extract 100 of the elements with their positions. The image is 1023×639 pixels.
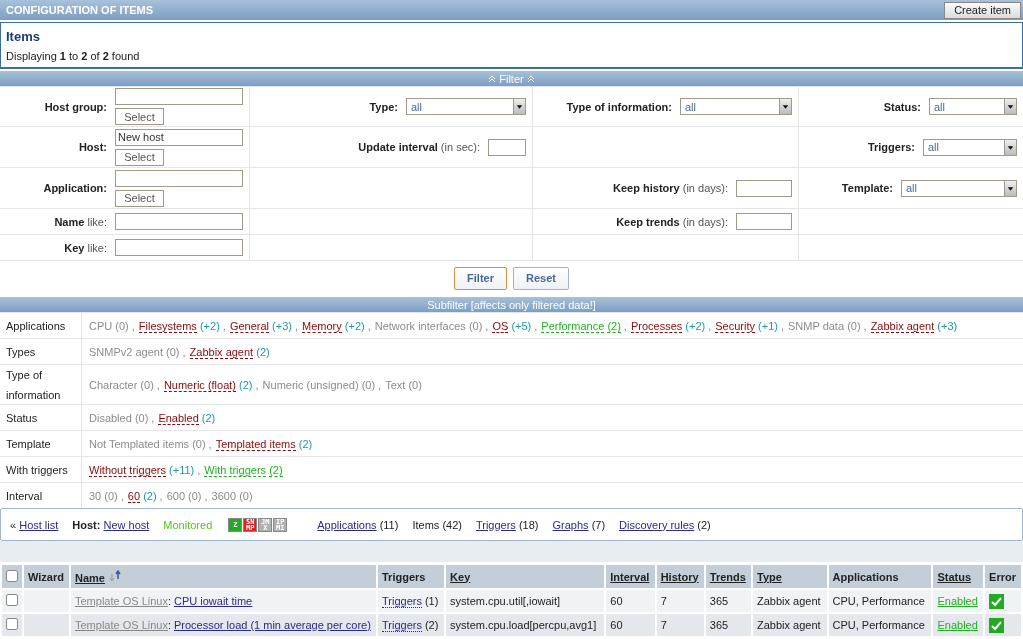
row-checkbox[interactable] <box>6 594 18 606</box>
separator: , <box>623 319 627 332</box>
nav-link[interactable]: Discovery rules <box>619 518 695 531</box>
separator: , <box>863 319 867 332</box>
subfilter-option[interactable]: Disabled (0) <box>89 411 149 424</box>
subfilter-label: Template <box>0 430 82 456</box>
item-name-link[interactable]: CPU iowait time <box>174 595 253 607</box>
section-title: Items <box>6 29 41 44</box>
dropdown[interactable]: all <box>406 98 526 115</box>
text-field[interactable] <box>115 88 243 105</box>
field-label: Keep trends (in days): <box>615 215 728 228</box>
caret-icon <box>1004 139 1016 155</box>
page-title: CONFIGURATION OF ITEMS <box>6 4 154 16</box>
subfilter-option[interactable]: SNMP data (0) <box>788 319 861 332</box>
nav-label: Items <box>412 518 440 531</box>
nav-count: (2) <box>697 518 711 531</box>
select-all-checkbox[interactable] <box>6 569 18 582</box>
text-field[interactable] <box>736 179 792 197</box>
dropdown[interactable]: all <box>929 98 1017 115</box>
select-button[interactable]: Select <box>115 148 164 166</box>
subfilter-bar: Subfilter [affects only filtered data!] <box>0 297 1023 312</box>
text-field[interactable] <box>736 213 792 230</box>
select-button[interactable]: Select <box>115 189 164 207</box>
column-header[interactable]: Key <box>450 570 471 583</box>
subfilter-option[interactable]: SNMPv2 agent (0) <box>89 345 180 358</box>
text-field[interactable] <box>115 169 243 187</box>
field-label: Application: <box>42 182 107 194</box>
back-arrow: « <box>10 518 17 531</box>
subfilter-option[interactable]: 60 (2) <box>127 489 157 502</box>
subfilter-option[interactable]: Not Templated items (0) <box>89 437 206 450</box>
nav-link[interactable]: Triggers <box>475 518 516 531</box>
subfilter-option[interactable]: Memory (+2) <box>302 319 365 332</box>
nav-link[interactable]: Applications <box>317 518 377 531</box>
dropdown[interactable]: all <box>923 138 1017 156</box>
column-header: Error <box>989 570 1016 583</box>
nav-count: (11) <box>379 518 399 531</box>
caret-icon <box>1004 99 1016 114</box>
host-status: Monitored <box>163 518 213 531</box>
subfilter-option[interactable]: Zabbix agent (2) <box>189 345 270 358</box>
subfilter-option[interactable]: Numeric (float) (2) <box>163 378 253 391</box>
trigger-count: (1) <box>424 595 439 607</box>
separator: , <box>204 489 208 502</box>
host-link[interactable]: New host <box>103 518 150 531</box>
subfilter-option[interactable]: Templated items (2) <box>215 437 313 450</box>
field-label: Template: <box>840 182 893 194</box>
subfilter-option[interactable]: Zabbix agent (+3) <box>870 319 958 332</box>
subfilter-option[interactable]: Security (+1) <box>715 319 778 332</box>
nav-count: (7) <box>591 518 606 531</box>
subfilter-option[interactable]: OS (+5) <box>492 319 532 332</box>
separator: , <box>367 319 371 332</box>
separator: , <box>708 319 712 332</box>
subfilter-option[interactable]: Filesystems (+2) <box>138 319 220 332</box>
table-cell: 7 <box>656 614 704 636</box>
text-field[interactable]: New host <box>115 128 243 146</box>
filter-button[interactable]: Filter <box>454 266 507 290</box>
select-button[interactable]: Select <box>115 108 164 125</box>
row-checkbox[interactable] <box>6 618 18 630</box>
table-cell: 365 <box>705 614 751 636</box>
nav-link[interactable]: Graphs <box>552 518 589 531</box>
field-label: Name like: <box>53 215 107 228</box>
subfilter-option[interactable]: 30 (0) <box>89 489 118 502</box>
dropdown[interactable]: all <box>901 179 1017 197</box>
column-header[interactable]: Type <box>757 570 782 583</box>
text-field[interactable] <box>488 138 526 156</box>
table-cell: Zabbix agent <box>753 614 827 636</box>
host-list-link[interactable]: Host list <box>19 518 59 531</box>
separator: , <box>182 345 186 358</box>
subfilter-option[interactable]: Processes (+2) <box>630 319 706 332</box>
triggers-link[interactable]: Triggers <box>382 619 422 632</box>
field-label: Keep history (in days): <box>612 182 728 194</box>
nav-count: (18) <box>518 518 539 531</box>
separator: , <box>780 319 784 332</box>
separator: , <box>120 489 124 502</box>
table-cell: 60 <box>606 590 655 612</box>
field-label: Status: <box>882 100 921 113</box>
separator: , <box>378 378 382 391</box>
reset-button[interactable]: Reset <box>513 266 569 290</box>
text-field[interactable] <box>115 213 243 230</box>
subfilter-option[interactable]: General (+3) <box>229 319 292 332</box>
subfilter-option[interactable]: 3600 (0) <box>211 489 253 502</box>
subfilter-option[interactable]: Character (0) <box>89 378 154 391</box>
subfilter-option[interactable]: Without triggers (+11) <box>89 463 195 476</box>
column-header[interactable]: Name <box>75 571 105 584</box>
create-item-button[interactable]: Create item <box>944 1 1021 19</box>
text-field[interactable] <box>115 239 243 256</box>
triggers-link[interactable]: Triggers <box>382 595 422 608</box>
subfilter-option[interactable]: Numeric (unsigned) (0) <box>262 378 376 391</box>
subfilter-option[interactable]: CPU (0) <box>89 319 129 332</box>
subfilter-option[interactable]: Network interfaces (0) <box>374 319 483 332</box>
subfilter-option[interactable]: Enabled (2) <box>158 411 216 424</box>
subfilter-option[interactable]: 600 (0) <box>166 489 202 502</box>
separator: , <box>197 463 201 476</box>
dropdown[interactable]: all <box>680 98 792 115</box>
table-cell: system.cpu.load[percpu,avg1] <box>446 614 605 636</box>
separator: , <box>131 319 135 332</box>
table-cell: CPU, Performance <box>828 590 932 612</box>
subfilter-option[interactable]: Text (0) <box>385 378 422 391</box>
item-name-link[interactable]: Processor load (1 min average per core) <box>174 619 371 631</box>
caret-icon <box>779 99 791 114</box>
table-cell: 7 <box>656 590 704 612</box>
